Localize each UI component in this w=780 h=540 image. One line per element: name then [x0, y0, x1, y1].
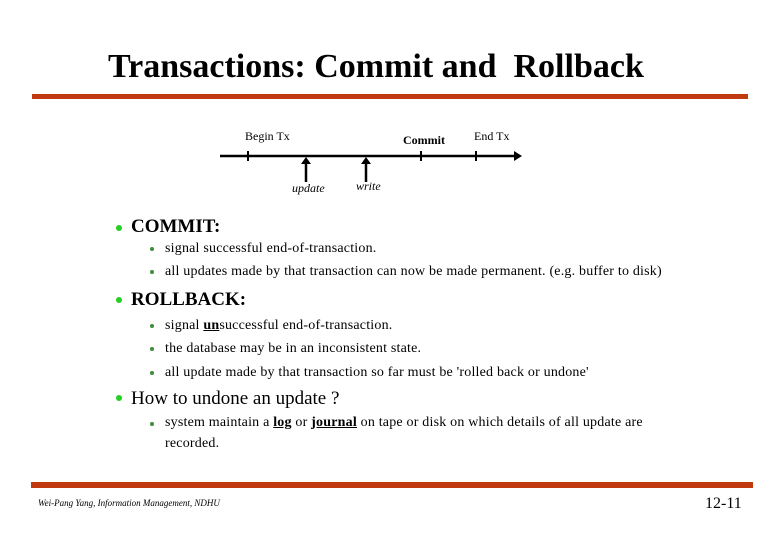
title-divider: [32, 94, 748, 99]
footer-divider: [31, 482, 753, 488]
item-text: on tape or disk on which details of all …: [356, 415, 643, 430]
item-text: system maintain a: [165, 415, 274, 430]
sub-bullet-icon: [150, 347, 154, 351]
sub-bullet-icon: [150, 324, 154, 328]
end-tx-label: End Tx: [474, 129, 510, 143]
bullet-icon: [116, 297, 122, 303]
footer-author: Wei-Pang Yang, Information Management, N…: [38, 498, 220, 508]
item-text: signal: [165, 318, 204, 333]
list-item-continuation: recorded.: [165, 436, 220, 451]
section-heading-rollback: ROLLBACK:: [131, 289, 247, 310]
begin-tx-label: Begin Tx: [245, 129, 290, 143]
list-item: system maintain a log or journal on tape…: [165, 415, 643, 431]
sub-bullet-icon: [150, 371, 154, 375]
list-item: signal successful end-of-transaction.: [165, 241, 377, 256]
keyword-log: log: [273, 415, 292, 430]
section-heading-undo: How to undone an update ?: [131, 388, 340, 409]
list-item: all update made by that transaction so f…: [165, 365, 589, 380]
write-arrowhead: [361, 157, 371, 164]
transaction-timeline-diagram: Begin Tx Commit End Tx update write: [200, 120, 540, 200]
write-label: write: [356, 179, 381, 193]
page-number: 12-11: [705, 495, 742, 512]
section-heading-commit: COMMIT:: [131, 216, 221, 237]
update-arrowhead: [301, 157, 311, 164]
keyword-journal: journal: [311, 415, 357, 430]
list-item: all updates made by that transaction can…: [165, 264, 662, 279]
bullet-icon: [116, 225, 122, 231]
commit-label: Commit: [403, 133, 445, 147]
emphasis-un: un: [203, 318, 220, 333]
bullet-icon: [116, 395, 122, 401]
update-label: update: [292, 181, 325, 195]
item-text: successful end-of-transaction.: [219, 318, 393, 333]
timeline-arrowhead: [514, 151, 522, 161]
sub-bullet-icon: [150, 422, 154, 426]
list-item: the database may be in an inconsistent s…: [165, 341, 422, 356]
sub-bullet-icon: [150, 247, 154, 251]
slide-title: Transactions: Commit and Rollback: [108, 48, 644, 85]
sub-bullet-icon: [150, 270, 154, 274]
list-item: signal unsuccessful end-of-transaction.: [165, 318, 393, 334]
item-text: or: [291, 415, 312, 430]
